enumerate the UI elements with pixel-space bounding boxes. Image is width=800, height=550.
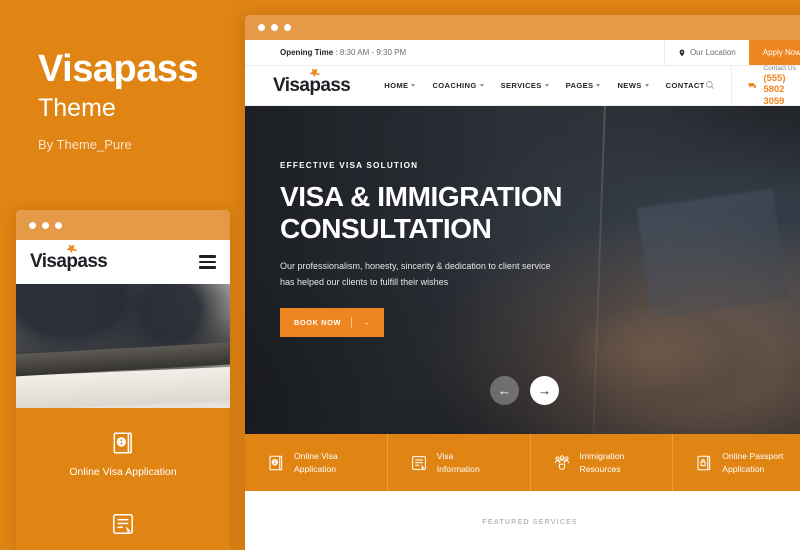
slider-next-button[interactable]: →: [530, 376, 559, 405]
main-menu: HOME COACHING SERVICES PAGES NEWS CONTAC…: [384, 81, 704, 90]
nav-item-contact-label: CONTACT: [665, 81, 705, 90]
passport-lock-icon: [697, 455, 711, 470]
chevron-down-icon: [479, 84, 484, 87]
contact-us-label: Contact Us: [763, 64, 796, 72]
mobile-service-label[interactable]: Online Visa Application: [26, 466, 220, 480]
mobile-logo[interactable]: Visapass: [30, 244, 108, 273]
window-dot-minimize: [42, 221, 49, 229]
book-now-button[interactable]: BOOK NOW →: [280, 308, 385, 338]
chevron-down-icon: [544, 84, 549, 87]
contact-info[interactable]: Contact Us (555) 5802 3059: [730, 64, 800, 107]
service-label-line-2: Resources: [579, 463, 621, 474]
chevron-down-icon: [644, 84, 649, 87]
featured-services-section: FEATURED SERVICES: [245, 491, 800, 550]
nav-item-home[interactable]: HOME: [384, 81, 416, 90]
mobile-service-list: Online Visa Application: [16, 408, 230, 550]
slider-prev-button[interactable]: ←: [490, 376, 519, 405]
search-icon[interactable]: [705, 77, 715, 95]
window-dot-close: [29, 221, 36, 229]
nav-item-coaching-label: COACHING: [432, 81, 477, 90]
airplane-icon: [67, 244, 78, 253]
hamburger-icon[interactable]: [199, 255, 216, 269]
nav-item-home-label: HOME: [384, 81, 409, 90]
service-label: Online Visa Application: [294, 450, 338, 475]
nav-item-coaching[interactable]: COACHING: [432, 81, 484, 90]
service-label-line-1: Online Visa: [294, 451, 338, 462]
arrow-right-icon: →: [362, 318, 371, 328]
mobile-browser-chrome: [16, 210, 230, 240]
service-label: Visa Information: [437, 450, 480, 475]
mobile-navbar: Visapass: [16, 240, 230, 284]
airplane-icon: [310, 68, 321, 77]
document-cursor-icon: [411, 455, 426, 470]
promo-author: By Theme_Pure: [38, 137, 132, 152]
hero-content: EFFECTIVE VISA SOLUTION VISA & IMMIGRATI…: [280, 161, 563, 338]
our-location-link[interactable]: Our Location: [663, 40, 749, 65]
nav-item-contact[interactable]: CONTACT: [666, 81, 705, 90]
passport-icon: [269, 455, 283, 470]
chevron-down-icon: [596, 84, 601, 87]
hero-title-line-2: CONSULTATION: [280, 213, 492, 245]
service-label-line-2: Application: [722, 463, 765, 474]
document-cursor-icon: [113, 513, 133, 534]
hero-eyebrow: EFFECTIVE VISA SOLUTION: [280, 161, 419, 170]
service-strip: Online Visa Application Visa Information: [245, 434, 800, 491]
nav-item-services[interactable]: SERVICES: [501, 81, 549, 90]
window-dot-maximize[interactable]: [284, 24, 291, 31]
service-label-line-2: Information: [436, 463, 480, 474]
promo-subtitle: Theme: [38, 94, 116, 122]
slider-controls: ← →: [490, 376, 559, 405]
hero-description-line-1: Our professionalism, honesty, sincerity …: [280, 260, 551, 271]
nav-item-pages[interactable]: PAGES: [566, 81, 601, 90]
site-logo[interactable]: Visapass: [273, 68, 351, 97]
promo-panel: Visapass Theme By Theme_Pure Visapass On…: [0, 0, 245, 550]
site-navbar: Visapass HOME COACHING SERVICES PAGES NE…: [245, 64, 800, 107]
service-item-immigration-resources[interactable]: Immigration Resources: [531, 434, 674, 491]
nav-item-services-label: SERVICES: [500, 81, 542, 90]
our-location-label: Our Location: [689, 48, 736, 57]
service-label-line-1: Online Passport: [722, 451, 784, 462]
service-label-line-1: Visa: [436, 451, 454, 462]
book-now-divider: [351, 317, 353, 329]
opening-time-value: 8:30 AM - 9:30 PM: [339, 48, 407, 57]
promo-title: Visapass: [38, 48, 199, 90]
mobile-hero-image: [16, 284, 230, 408]
site-topbar: Opening Time : 8:30 AM - 9:30 PM Our Loc…: [245, 40, 800, 66]
topbar-right-group: Our Location Apply Now: [663, 40, 800, 65]
hero-description: Our professionalism, honesty, sincerity …: [280, 259, 562, 291]
map-pin-icon: [679, 49, 685, 56]
service-item-online-visa-application[interactable]: Online Visa Application: [245, 434, 388, 491]
apply-now-button[interactable]: Apply Now: [748, 40, 800, 65]
chat-bubble-icon: [748, 82, 756, 89]
passport-icon: [113, 432, 132, 454]
contact-phone-number[interactable]: (555) 5802 3059: [763, 73, 800, 107]
hero-title: VISA & IMMIGRATION CONSULTATION: [280, 181, 563, 246]
hero-title-line-1: VISA & IMMIGRATION: [280, 181, 563, 212]
service-item-online-passport-application[interactable]: Online Passport Application: [673, 434, 800, 491]
browser-chrome: [245, 15, 800, 40]
nav-item-news-label: NEWS: [617, 81, 642, 90]
chevron-down-icon: [411, 84, 416, 87]
opening-time-label: Opening Time: [280, 48, 334, 57]
people-group-icon: [554, 454, 569, 470]
window-dot-minimize[interactable]: [271, 24, 278, 31]
service-label-line-1: Immigration: [579, 451, 625, 462]
service-label: Immigration Resources: [580, 450, 625, 475]
nav-item-news[interactable]: NEWS: [617, 81, 649, 90]
hero-description-line-2: has helped our clients to fulfill their …: [280, 276, 449, 287]
browser-window: Opening Time : 8:30 AM - 9:30 PM Our Loc…: [245, 15, 800, 550]
mobile-preview-mockup: Visapass Online Visa Application: [16, 210, 230, 550]
nav-item-pages-label: PAGES: [565, 81, 594, 90]
opening-time: Opening Time : 8:30 AM - 9:30 PM: [280, 48, 406, 57]
book-now-label: BOOK NOW: [294, 318, 342, 328]
service-item-visa-information[interactable]: Visa Information: [388, 434, 531, 491]
hero-slider: EFFECTIVE VISA SOLUTION VISA & IMMIGRATI…: [245, 106, 800, 434]
service-label-line-2: Application: [294, 463, 337, 474]
window-dot-close[interactable]: [258, 24, 265, 31]
window-dot-maximize: [55, 221, 62, 229]
opening-time-separator: :: [333, 48, 340, 57]
featured-services-heading: FEATURED SERVICES: [482, 517, 578, 526]
service-label: Online Passport Application: [722, 450, 783, 475]
